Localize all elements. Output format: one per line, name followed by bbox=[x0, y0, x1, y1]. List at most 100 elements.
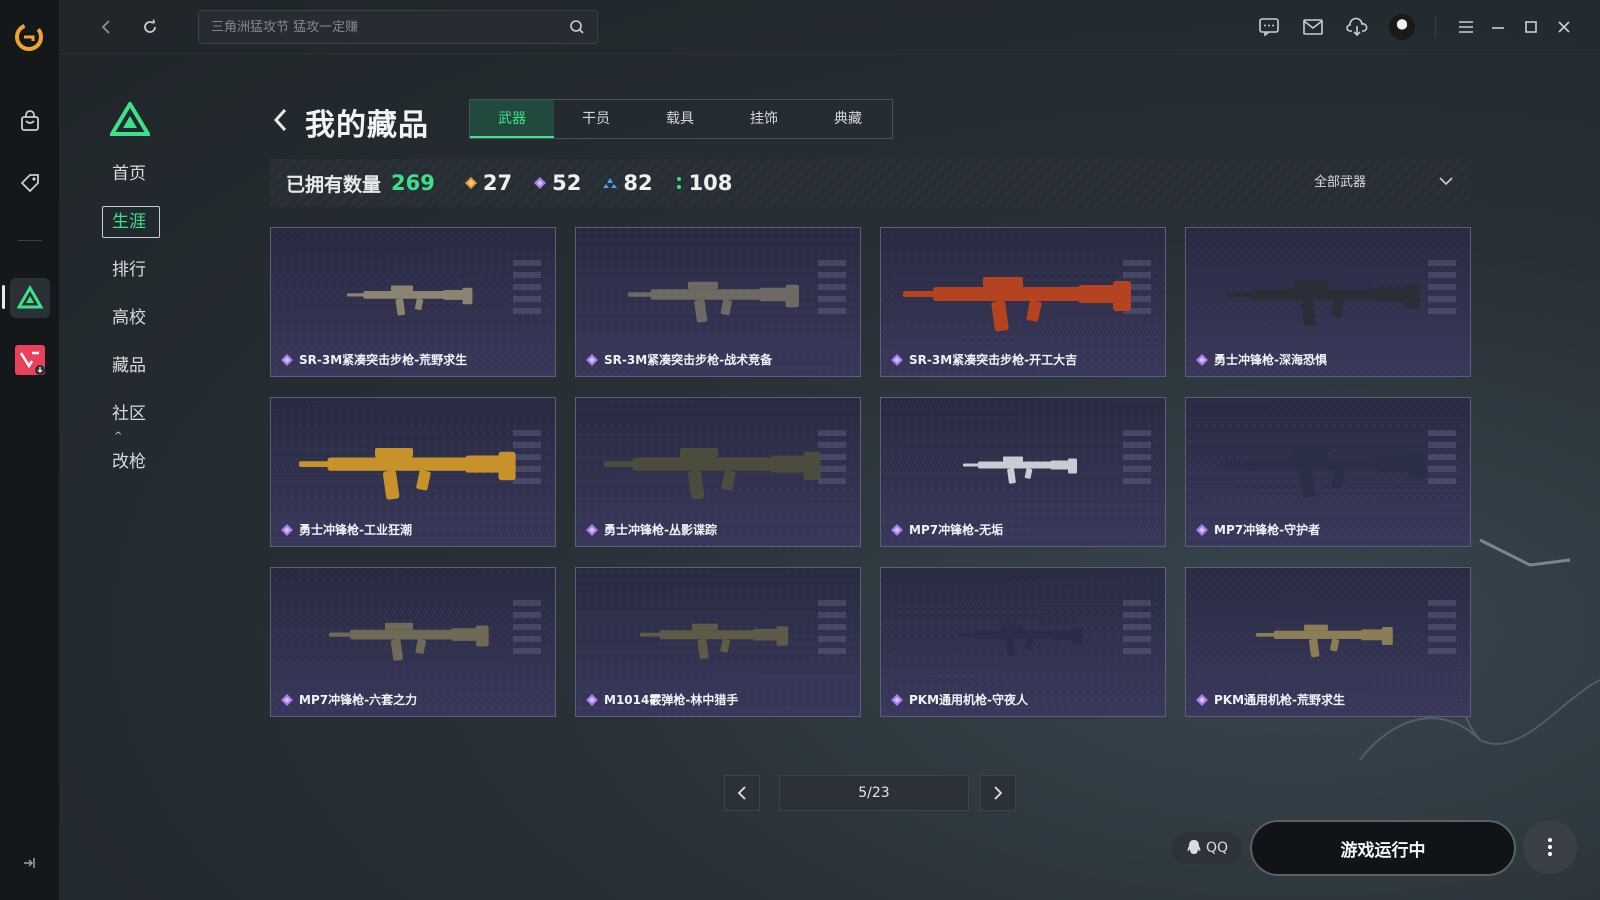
delta-force-icon[interactable] bbox=[10, 278, 50, 318]
collection-card[interactable]: MP7冲锋枪-守护者 bbox=[1185, 397, 1471, 547]
weapon-silhouette-icon bbox=[1226, 279, 1420, 327]
category-tabs: 武器 干员 载具 挂饰 典藏 bbox=[469, 99, 893, 139]
sidebar-item-home[interactable]: 首页 bbox=[100, 160, 160, 208]
card-title: MP7冲锋枪-六套之力 bbox=[281, 691, 417, 708]
topbar-divider bbox=[1435, 16, 1436, 38]
chevron-down-icon bbox=[1439, 176, 1453, 185]
more-options-button[interactable] bbox=[1523, 820, 1577, 874]
weapon-image bbox=[1186, 586, 1470, 686]
tab-weapons[interactable]: 武器 bbox=[470, 100, 554, 138]
purple-diamond-icon bbox=[1196, 353, 1208, 366]
vertical-dots-icon bbox=[1548, 838, 1552, 856]
menu-icon[interactable] bbox=[1453, 14, 1479, 40]
search-box[interactable] bbox=[198, 10, 598, 44]
weapon-silhouette-icon bbox=[628, 281, 799, 323]
purple-diamond-icon bbox=[891, 353, 903, 366]
qq-button[interactable]: QQ bbox=[1172, 832, 1242, 864]
weapon-image bbox=[1186, 416, 1470, 516]
page-title: 我的藏品 bbox=[305, 108, 429, 143]
collection-card[interactable]: MP7冲锋枪-六套之力 bbox=[270, 567, 556, 717]
gold-diamond-icon bbox=[464, 177, 477, 189]
collection-card[interactable]: SR-3M紧凑突击步枪-战术竞备 bbox=[575, 227, 861, 377]
sidebar-item-community[interactable]: 社区 ^ bbox=[100, 400, 160, 448]
delta-force-logo-icon bbox=[110, 102, 150, 136]
refresh-icon[interactable] bbox=[136, 13, 164, 41]
weapon-silhouette-icon bbox=[329, 622, 489, 661]
weapon-filter-dropdown[interactable]: 全部武器 bbox=[1314, 171, 1454, 190]
card-title: M1014霰弹枪-林中猎手 bbox=[586, 691, 738, 708]
next-page-button[interactable] bbox=[980, 775, 1016, 811]
collection-card[interactable]: M1014霰弹枪-林中猎手 bbox=[575, 567, 861, 717]
tab-charms[interactable]: 挂饰 bbox=[722, 100, 806, 138]
game-tag-icon[interactable] bbox=[10, 163, 50, 203]
green-dots-icon bbox=[676, 177, 681, 189]
weapon-silhouette-icon bbox=[640, 623, 789, 660]
ownership-stats-bar: 已拥有数量 269 27 52 82 108 全部武器 bbox=[270, 159, 1470, 207]
sidebar-item-career[interactable]: 生涯 bbox=[100, 206, 160, 256]
collection-card[interactable]: MP7冲锋枪-无垢 bbox=[880, 397, 1166, 547]
weapon-image bbox=[881, 586, 1165, 686]
sidebar-item-ranking[interactable]: 排行 bbox=[100, 256, 160, 304]
card-title: 勇士冲锋枪-深海恐惧 bbox=[1196, 351, 1327, 368]
tab-vehicles[interactable]: 载具 bbox=[638, 100, 722, 138]
collection-card[interactable]: SR-3M紧凑突击步枪-开工大吉 bbox=[880, 227, 1166, 377]
avatar[interactable] bbox=[1389, 14, 1415, 40]
card-title-text: SR-3M紧凑突击步枪-开工大吉 bbox=[909, 353, 1078, 367]
minimize-icon[interactable] bbox=[1485, 14, 1511, 40]
download-icon[interactable] bbox=[1344, 14, 1370, 40]
prev-page-button[interactable] bbox=[724, 775, 760, 811]
back-arrow-icon[interactable] bbox=[270, 104, 292, 136]
collection-card[interactable]: 勇士冲锋枪-丛影谍踪 bbox=[575, 397, 861, 547]
rarity-count-value: 82 bbox=[623, 171, 653, 195]
weapon-silhouette-icon bbox=[347, 285, 473, 316]
weapon-image bbox=[1186, 246, 1470, 346]
purple-diamond-icon bbox=[586, 523, 598, 536]
purple-diamond-icon bbox=[281, 353, 293, 366]
rarity-count-value: 27 bbox=[482, 171, 513, 195]
rail-divider bbox=[18, 240, 42, 241]
search-input[interactable] bbox=[211, 19, 569, 35]
sidebar-nav: 首页 生涯 排行 高校 藏品 社区 ^ 改枪 bbox=[100, 160, 160, 496]
weapon-silhouette-icon bbox=[903, 277, 1131, 332]
sidebar-item-gunsmith[interactable]: 改枪 bbox=[100, 448, 160, 496]
search-icon[interactable] bbox=[569, 19, 585, 35]
chat-icon[interactable] bbox=[1256, 14, 1282, 40]
rarity-count-gold: 27 bbox=[464, 171, 513, 195]
purple-diamond-icon bbox=[281, 523, 293, 536]
weapon-image bbox=[576, 246, 860, 346]
card-title-text: MP7冲锋枪-守护者 bbox=[1214, 523, 1321, 537]
game-running-button[interactable]: 游戏运行中 bbox=[1250, 820, 1516, 876]
collection-card[interactable]: SR-3M紧凑突击步枪-荒野求生 bbox=[270, 227, 556, 377]
close-icon[interactable] bbox=[1551, 14, 1577, 40]
qq-label: QQ bbox=[1205, 840, 1229, 856]
blue-triangle-icon bbox=[603, 178, 618, 188]
app-logo-icon[interactable] bbox=[14, 22, 44, 52]
card-title: MP7冲锋枪-无垢 bbox=[891, 521, 1003, 538]
chevron-left-icon bbox=[737, 786, 746, 800]
maximize-icon[interactable] bbox=[1518, 14, 1544, 40]
collection-card[interactable]: PKM通用机枪-守夜人 bbox=[880, 567, 1166, 717]
weapon-image bbox=[881, 246, 1165, 346]
card-title: SR-3M紧凑突击步枪-开工大吉 bbox=[891, 351, 1077, 368]
collapse-sidebar-icon[interactable] bbox=[18, 852, 40, 874]
collection-card[interactable]: 勇士冲锋枪-工业狂潮 bbox=[270, 397, 556, 547]
mail-icon[interactable] bbox=[1300, 14, 1326, 40]
back-icon[interactable] bbox=[92, 13, 120, 41]
filter-label: 全部武器 bbox=[1314, 175, 1367, 190]
collection-card[interactable]: 勇士冲锋枪-深海恐惧 bbox=[1185, 227, 1471, 377]
sidebar-item-collection[interactable]: 藏品 bbox=[100, 352, 160, 400]
tab-collector[interactable]: 典藏 bbox=[806, 100, 890, 138]
page-indicator[interactable]: 5/23 bbox=[779, 775, 969, 811]
weapon-image bbox=[271, 586, 555, 686]
collection-card[interactable]: PKM通用机枪-荒野求生 bbox=[1185, 567, 1471, 717]
card-title-text: MP7冲锋枪-六套之力 bbox=[299, 693, 418, 707]
purple-diamond-icon bbox=[891, 693, 903, 706]
owned-count-total: 269 bbox=[391, 171, 435, 195]
valorant-download-icon[interactable] bbox=[10, 340, 50, 380]
caret-up-icon: ^ bbox=[114, 431, 123, 442]
sidebar-item-university[interactable]: 高校 bbox=[100, 304, 160, 352]
weapon-image bbox=[576, 416, 860, 516]
shopping-bag-icon[interactable] bbox=[10, 102, 50, 142]
tab-operators[interactable]: 干员 bbox=[554, 100, 638, 138]
purple-diamond-icon bbox=[281, 693, 293, 706]
